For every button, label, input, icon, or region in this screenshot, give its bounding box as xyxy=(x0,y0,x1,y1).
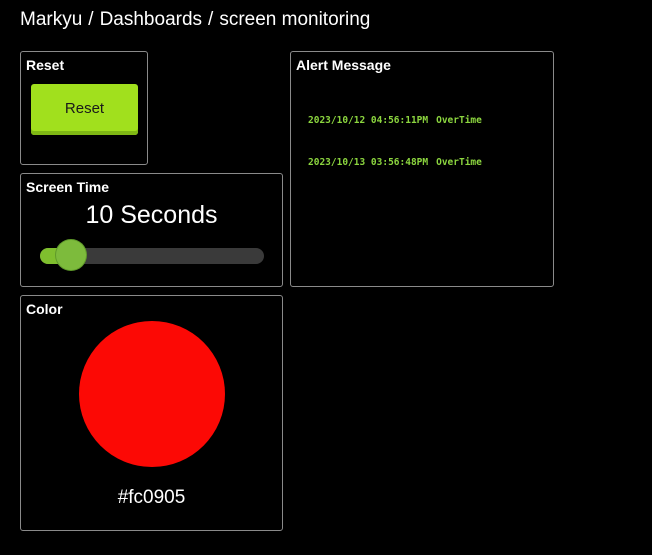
screen-time-slider-handle[interactable] xyxy=(55,240,86,270)
reset-card-title: Reset xyxy=(26,57,65,73)
screen-time-card: Screen Time 10 Seconds xyxy=(20,173,283,287)
page-title: screen monitoring xyxy=(219,9,371,30)
alert-message-list: 2023/10/12 04:56:11PM OverTime 2023/10/13… xyxy=(308,86,545,198)
breadcrumb: Markyu / Dashboards / screen monitoring xyxy=(20,8,370,32)
color-card-title: Color xyxy=(26,301,63,317)
alert-message-card: Alert Message 2023/10/12 04:56:11PM OverT… xyxy=(290,51,554,287)
color-swatch[interactable] xyxy=(79,321,225,467)
screen-time-card-title: Screen Time xyxy=(26,179,110,195)
breadcrumb-separator: / xyxy=(88,9,94,30)
alert-message-text: OverTime xyxy=(436,115,482,126)
alert-message-text: OverTime xyxy=(436,157,482,168)
breadcrumb-section[interactable]: Dashboards xyxy=(100,9,202,30)
alert-message-time: 2023/10/13 03:56:48PM xyxy=(308,157,429,168)
color-hex-value: #fc0905 xyxy=(117,487,186,508)
alert-message-item: 2023/10/12 04:56:11PM OverTime xyxy=(308,114,545,128)
color-card: Color #fc0905 xyxy=(20,295,283,531)
alert-card-title: Alert Message xyxy=(296,57,391,73)
reset-button[interactable]: Reset xyxy=(31,84,138,135)
reset-card: Reset Reset xyxy=(20,51,148,165)
breadcrumb-separator: / xyxy=(208,9,214,30)
screen-time-value: 10 Seconds xyxy=(85,201,218,229)
alert-message-item: 2023/10/13 03:56:48PM OverTime xyxy=(308,156,545,170)
alert-message-time: 2023/10/12 04:56:11PM xyxy=(308,115,429,126)
breadcrumb-app[interactable]: Markyu xyxy=(20,9,82,30)
